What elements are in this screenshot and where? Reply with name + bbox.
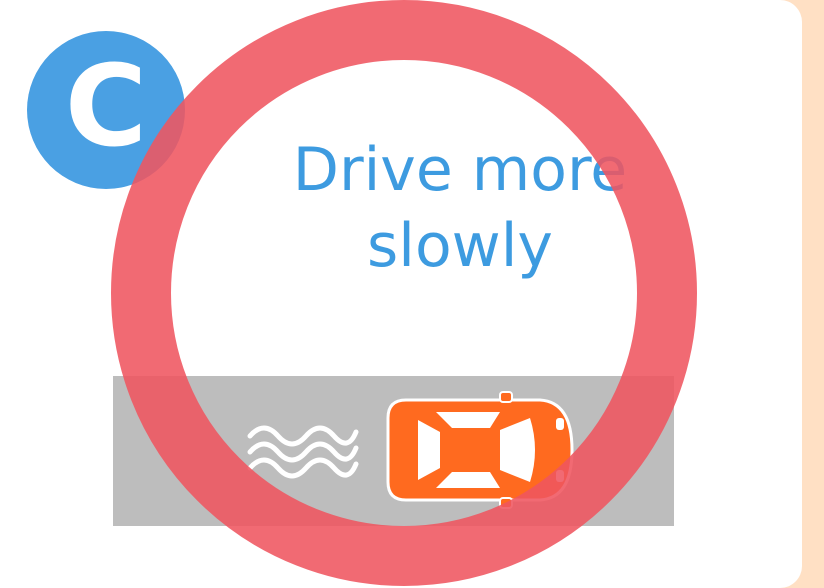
answer-text-line-1: Drive more — [292, 135, 628, 205]
illustration-frame: C Drive more slowly — [0, 0, 824, 588]
answer-text: Drive more slowly — [270, 132, 650, 284]
option-badge: C — [27, 31, 185, 189]
option-letter: C — [64, 42, 148, 172]
answer-text-line-2: slowly — [367, 211, 553, 281]
road-strip — [113, 376, 674, 526]
